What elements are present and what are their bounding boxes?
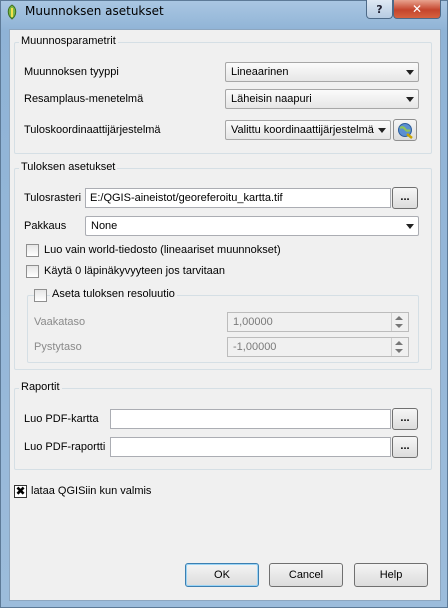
- qgis-logo-icon: [7, 4, 17, 20]
- output-raster-field[interactable]: [85, 188, 391, 208]
- chevron-down-icon: [406, 224, 414, 229]
- transform-type-value: Lineaarinen: [231, 66, 289, 78]
- chevron-down-icon: [378, 128, 386, 133]
- pdf-map-label: Luo PDF-kartta: [24, 413, 99, 425]
- output-raster-input[interactable]: [86, 189, 390, 207]
- load-in-qgis-checkbox[interactable]: ✖: [14, 485, 27, 498]
- horizontal-res-spinbox[interactable]: 1,00000: [227, 312, 409, 332]
- compression-value: None: [91, 220, 118, 232]
- pdf-report-browse-button[interactable]: ...: [392, 436, 418, 458]
- pdf-map-browse-button[interactable]: ...: [392, 408, 418, 430]
- crs-select-button[interactable]: [393, 119, 417, 141]
- chevron-down-icon: [406, 70, 414, 75]
- spin-up-icon: [395, 341, 403, 345]
- ok-button[interactable]: OK: [185, 563, 259, 587]
- globe-icon: [398, 123, 413, 139]
- vertical-res-value: -1,00000: [233, 341, 277, 353]
- crs-label: Tuloskoordinaattijärjestelmä: [24, 124, 161, 136]
- transform-params-title: Muunnosparametrit: [19, 35, 118, 47]
- spin-down-icon: [395, 349, 403, 353]
- spin-up-icon: [395, 316, 403, 320]
- crs-value: Valittu koordinaattijärjestelmä: [231, 124, 374, 136]
- load-in-qgis-label: lataa QGISiin kun valmis: [31, 485, 152, 497]
- pdf-report-label: Luo PDF-raportti: [24, 441, 106, 453]
- pdf-map-field[interactable]: [110, 409, 391, 429]
- pdf-report-input[interactable]: [111, 438, 390, 456]
- transform-type-combo[interactable]: Lineaarinen: [225, 62, 419, 82]
- title-close-button[interactable]: ✕: [393, 0, 441, 19]
- compression-label: Pakkaus: [24, 220, 67, 232]
- world-file-label: Luo vain world-tiedosto (lineaariset muu…: [44, 244, 281, 256]
- vertical-res-spinbox[interactable]: -1,00000: [227, 337, 409, 357]
- transform-params-group: Muunnosparametrit Muunnoksen tyyppi Line…: [14, 35, 432, 154]
- output-settings-title: Tuloksen asetukset: [19, 161, 118, 173]
- resolution-group: Aseta tuloksen resoluutio Vaakataso 1,00…: [27, 288, 419, 363]
- pdf-map-input[interactable]: [111, 410, 390, 428]
- crs-combo[interactable]: Valittu koordinaattijärjestelmä: [225, 120, 391, 140]
- dialog-window: Muunnoksen asetukset ? ✕ Muunnosparametr…: [0, 0, 448, 608]
- reports-title: Raportit: [19, 381, 62, 393]
- window-title: Muunnoksen asetukset: [25, 4, 164, 18]
- horizontal-res-label: Vaakataso: [34, 316, 86, 328]
- transparency-checkbox[interactable]: [26, 265, 39, 278]
- chevron-down-icon: [406, 97, 414, 102]
- world-file-checkbox[interactable]: [26, 244, 39, 257]
- vertical-res-label: Pystytaso: [34, 341, 82, 353]
- output-raster-browse-button[interactable]: ...: [392, 187, 418, 209]
- title-bar[interactable]: Muunnoksen asetukset ? ✕: [1, 0, 448, 23]
- resolution-checkbox[interactable]: [34, 289, 47, 302]
- vertical-res-stepper[interactable]: [391, 338, 408, 356]
- output-settings-group: Tuloksen asetukset Tulosrasteri ... Pakk…: [14, 161, 432, 370]
- resampling-combo[interactable]: Läheisin naapuri: [225, 89, 419, 109]
- transform-type-label: Muunnoksen tyyppi: [24, 66, 119, 78]
- title-help-button[interactable]: ?: [366, 0, 393, 19]
- resolution-title: Aseta tuloksen resoluutio: [50, 288, 177, 300]
- pdf-report-field[interactable]: [110, 437, 391, 457]
- cancel-button[interactable]: Cancel: [269, 563, 343, 587]
- spin-down-icon: [395, 324, 403, 328]
- reports-group: Raportit Luo PDF-kartta ... Luo PDF-rapo…: [14, 381, 432, 470]
- horizontal-res-value: 1,00000: [233, 316, 273, 328]
- help-button[interactable]: Help: [354, 563, 428, 587]
- transparency-label: Käytä 0 läpinäkyvyyteen jos tarvitaan: [44, 265, 225, 277]
- horizontal-res-stepper[interactable]: [391, 313, 408, 331]
- resampling-label: Resamplaus-menetelmä: [24, 93, 144, 105]
- dialog-body: Muunnosparametrit Muunnoksen tyyppi Line…: [9, 29, 441, 601]
- output-raster-label: Tulosrasteri: [24, 192, 82, 204]
- compression-combo[interactable]: None: [85, 216, 419, 236]
- resampling-value: Läheisin naapuri: [231, 93, 312, 105]
